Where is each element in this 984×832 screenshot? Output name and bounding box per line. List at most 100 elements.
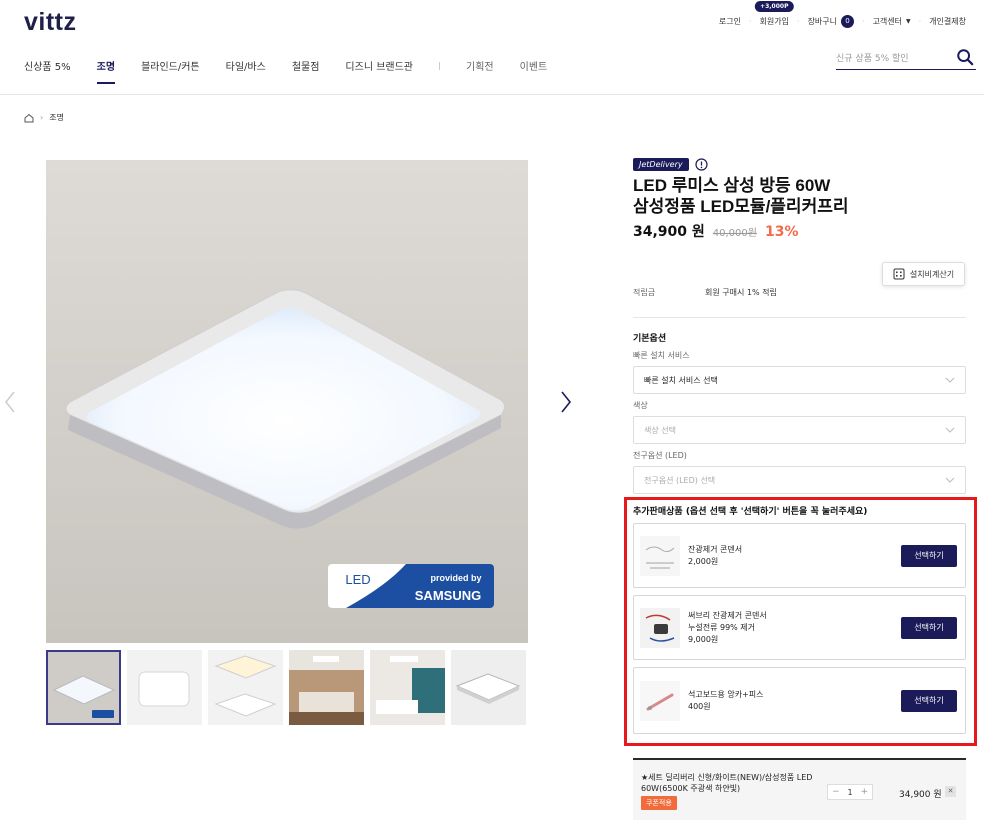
nav-item-new[interactable]: 신상품 5% [24, 58, 71, 73]
thumbnail-3[interactable] [208, 650, 283, 725]
thumbnail-4[interactable] [289, 650, 364, 725]
header-divider [0, 94, 984, 95]
points-value: 회원 구매시 1% 적립 [705, 288, 777, 297]
thumbnail-1[interactable] [46, 650, 121, 725]
addon-name: 잔광제거 콘덴서 [688, 544, 743, 554]
utility-menu: 로그인 · +3,000P 회원가입 · 장바구니 0 · 고객센터 ▼ · 개… [719, 1, 966, 28]
nav-item-disney[interactable]: 디즈니 브랜드관 [345, 58, 413, 73]
price-row: 34,900 원 40,000원 13% [633, 221, 966, 241]
customer-center-menu[interactable]: 고객센터 ▼ [873, 16, 911, 27]
util-separator: · [797, 17, 800, 26]
addon-image-premium-condenser [640, 607, 680, 648]
discount-rate: 13% [764, 224, 799, 240]
addon-item: 석고보드용 앙카+피스 400원 선택하기 [633, 667, 966, 734]
color-select[interactable]: 색상 선택 [633, 416, 966, 444]
thumbnail-6[interactable] [451, 650, 526, 725]
search-input[interactable] [836, 48, 946, 70]
site-logo[interactable]: vittz [24, 8, 77, 37]
addon-select-button[interactable]: 선택하기 [901, 616, 957, 639]
ceiling-light-illustration: LED provided by SAMSUNG [46, 160, 528, 643]
nav-item-hardware[interactable]: 철물점 [292, 58, 320, 73]
addon-item: 써브리 잔광제거 콘덴서 누설전류 99% 제거 9,000원 선택하기 [633, 595, 966, 660]
home-icon[interactable] [24, 113, 34, 123]
util-separator: · [749, 17, 752, 26]
points-label: 적립금 [633, 288, 656, 297]
nav-item-tile-bath[interactable]: 타일/바스 [226, 58, 266, 73]
chevron-right-icon: › [40, 113, 44, 122]
addon-image-condenser [640, 535, 680, 576]
quantity-value[interactable]: 1 [847, 788, 852, 797]
basic-options: 기본옵션 빠른 설치 서비스 빠른 설치 서비스 선택 색상 색상 선택 전구옵… [633, 331, 966, 494]
svg-text:SAMSUNG: SAMSUNG [415, 588, 481, 603]
addon-name: 써브리 잔광제거 콘덴서 [688, 610, 767, 620]
addon-desc: 누설전류 99% 제거 [688, 622, 756, 632]
quantity-stepper: − 1 + [827, 784, 873, 800]
search-box [836, 46, 976, 70]
jetdelivery-badge: JetDelivery [633, 158, 689, 171]
nav-item-exhibition[interactable]: 기획전 [466, 58, 494, 73]
nav-item-blinds[interactable]: 블라인드/커튼 [141, 58, 200, 73]
calc-button-label: 설치비계산기 [909, 269, 955, 279]
option-label-color: 색상 [633, 401, 648, 410]
cart-link[interactable]: 장바구니 0 [807, 15, 855, 28]
product-title: LED 루미스 삼성 방등 60W 삼성정품 LED모듈/플리커프리 [633, 175, 966, 217]
thumbnail-5[interactable] [370, 650, 445, 725]
option-label-bulb: 전구옵션 (LED) [633, 451, 687, 460]
personal-order-link[interactable]: 개인결제창 [929, 16, 966, 27]
thumbnail-strip [46, 650, 532, 725]
bulb-option-value: 전구옵션 (LED) 선택 [644, 475, 716, 485]
caret-down-icon: ▼ [906, 18, 911, 25]
selected-item-name: ★세트 딜리버리 신형/화이트(NEW)/삼성정품 LED 60W(6500K … [641, 773, 813, 793]
main-product-image: LED provided by SAMSUNG [46, 160, 528, 643]
customer-center-label: 고객센터 [872, 17, 903, 26]
addon-price: 9,000원 [688, 634, 719, 644]
nav-item-event[interactable]: 이벤트 [520, 58, 548, 73]
quantity-plus-button[interactable]: + [860, 787, 868, 797]
options-title: 기본옵션 [633, 334, 667, 344]
info-divider [633, 317, 966, 318]
addon-select-button[interactable]: 선택하기 [901, 544, 957, 567]
nav-item-lighting[interactable]: 조명 [96, 58, 116, 84]
sale-price: 34,900 원 [633, 224, 705, 240]
coupon-badge: 쿠폰적용 [641, 796, 677, 810]
addon-image-anchor [640, 680, 680, 721]
calculator-icon [893, 268, 905, 280]
cart-label: 장바구니 [807, 17, 838, 26]
info-icon[interactable] [695, 158, 708, 171]
search-icon[interactable] [956, 48, 974, 66]
nav-divider [439, 61, 441, 70]
addon-select-button[interactable]: 선택하기 [901, 689, 957, 712]
login-link[interactable]: 로그인 [719, 16, 741, 27]
samsung-led-badge: LED provided by SAMSUNG [328, 564, 494, 608]
addon-title: 추가판매상품 (옵션 선택 후 '선택하기' 버튼을 꼭 눌러주세요) [633, 507, 868, 517]
addon-item: 잔광제거 콘덴서 2,000원 선택하기 [633, 523, 966, 588]
selected-item-price: 34,900 원 [899, 790, 942, 800]
remove-item-icon[interactable]: ✕ [945, 786, 956, 797]
chevron-down-icon [945, 427, 955, 433]
addon-name: 석고보드용 앙카+피스 [688, 689, 764, 699]
quantity-minus-button[interactable]: − [832, 787, 840, 797]
gallery-prev-arrow[interactable] [4, 390, 16, 414]
util-separator: · [918, 17, 922, 26]
addon-price: 2,000원 [688, 556, 719, 566]
gallery-next-arrow[interactable] [560, 390, 572, 414]
thumbnail-2[interactable] [127, 650, 202, 725]
color-select-value: 색상 선택 [644, 425, 676, 435]
util-separator: · [862, 17, 865, 26]
svg-text:LED: LED [345, 572, 370, 587]
original-price: 40,000원 [712, 228, 757, 239]
bulb-option-select[interactable]: 전구옵션 (LED) 선택 [633, 466, 966, 494]
signup-link[interactable]: +3,000P 회원가입 [755, 1, 794, 27]
cart-count-badge: 0 [841, 15, 855, 28]
svg-text:provided by: provided by [430, 573, 481, 583]
install-cost-calculator-button[interactable]: 설치비계산기 [882, 262, 965, 286]
signup-points-badge: +3,000P [755, 1, 794, 12]
install-service-select[interactable]: 빠른 설치 서비스 선택 [633, 366, 966, 394]
signup-label: 회원가입 [759, 17, 790, 26]
chevron-down-icon [945, 377, 955, 383]
chevron-down-icon [945, 477, 955, 483]
breadcrumb-current[interactable]: 조명 [49, 112, 64, 123]
selected-option-item: ★세트 딜리버리 신형/화이트(NEW)/삼성정품 LED 60W(6500K … [633, 758, 966, 820]
main-nav: 신상품 5% 조명 블라인드/커튼 타일/바스 철물점 디즈니 브랜드관 기획전… [24, 58, 573, 84]
points-row: 적립금 회원 구매시 1% 적립 [633, 287, 777, 298]
